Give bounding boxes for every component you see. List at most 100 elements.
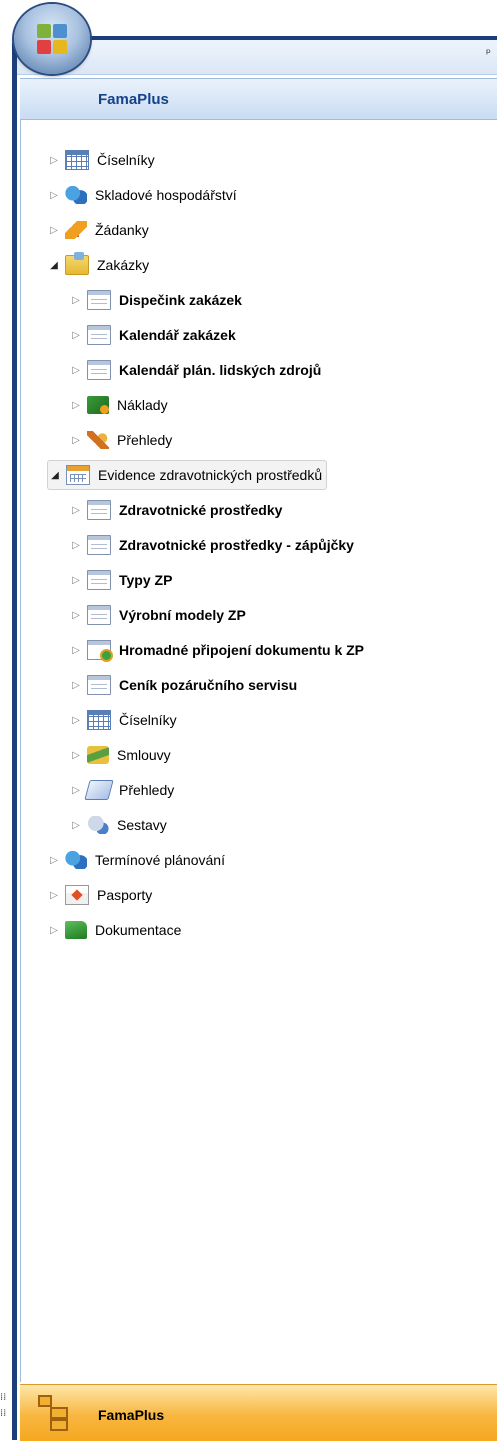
passport-icon xyxy=(65,885,89,905)
tree-node-dokumentace[interactable]: ▷ Dokumentace xyxy=(47,916,181,944)
tree-node-cenik[interactable]: ▷ Ceník pozáručního servisu xyxy=(69,671,297,699)
orb-logo-icon-part xyxy=(37,40,51,54)
navigation-tree: ▷ Číselníky ▷ Skladové hospodářství ▷ Žá… xyxy=(20,120,497,1382)
expand-arrow-icon[interactable]: ▷ xyxy=(69,575,83,586)
tree-node-label: Dispečink zakázek xyxy=(119,292,242,308)
report-sheet-icon xyxy=(84,780,114,800)
expand-arrow-icon[interactable]: ▷ xyxy=(69,680,83,691)
expand-arrow-icon[interactable]: ▷ xyxy=(69,505,83,516)
tree-node-typy[interactable]: ▷ Typy ZP xyxy=(69,566,172,594)
expand-arrow-icon[interactable]: ▷ xyxy=(69,435,83,446)
orb-logo-icon-part xyxy=(53,24,67,38)
tree-node-label: Kalendář zakázek xyxy=(119,327,236,343)
collapse-arrow-icon[interactable]: ◢ xyxy=(48,470,62,481)
tree-node-label: Číselníky xyxy=(97,152,155,168)
documentation-book-icon xyxy=(65,921,87,939)
tree-node-kalendar[interactable]: ▷ Kalendář zakázek xyxy=(69,321,236,349)
expand-arrow-icon[interactable]: ▷ xyxy=(47,925,61,936)
tree-node-label: Pasporty xyxy=(97,887,153,903)
expand-arrow-icon[interactable]: ▷ xyxy=(47,155,61,166)
tree-node-evidence[interactable]: ◢ Evidence zdravotnických prostředků xyxy=(47,460,328,490)
expand-arrow-icon[interactable]: ▷ xyxy=(47,855,61,866)
expand-arrow-icon[interactable]: ▷ xyxy=(69,610,83,621)
tree-node-label: Zdravotnické prostředky xyxy=(119,502,283,518)
tree-node-dispecink[interactable]: ▷ Dispečink zakázek xyxy=(69,286,242,314)
grid-table-icon xyxy=(87,710,111,730)
tree-node-label: Typy ZP xyxy=(119,572,173,588)
tree-node-zp-zapujcky[interactable]: ▷ Zdravotnické prostředky - zápůjčky xyxy=(69,531,354,559)
expand-arrow-icon[interactable]: ▷ xyxy=(69,295,83,306)
tree-node-label: Přehledy xyxy=(119,782,175,798)
expand-arrow-icon[interactable]: ▷ xyxy=(69,715,83,726)
tree-node-modely[interactable]: ▷ Výrobní modely ZP xyxy=(69,601,246,629)
collapse-arrow-icon[interactable]: ◢ xyxy=(47,260,61,271)
tree-node-label: Hromadné připojení dokumentu k ZP xyxy=(119,642,365,658)
resize-grip-icon[interactable]: ⁞⁞ xyxy=(0,1392,6,1403)
expand-arrow-icon[interactable]: ▷ xyxy=(69,750,83,761)
tree-node-label: Skladové hospodářství xyxy=(95,187,237,203)
overview-tools-icon xyxy=(87,431,109,449)
calendar-folder-icon xyxy=(66,465,90,485)
tree-node-kalendar-plan[interactable]: ▷ Kalendář plán. lidských zdrojů xyxy=(69,356,321,384)
pane-button-label: FamaPlus xyxy=(98,1407,165,1423)
planning-boxes-icon xyxy=(65,851,87,869)
expand-arrow-icon[interactable]: ▷ xyxy=(69,820,83,831)
tree-node-label: Termínové plánování xyxy=(95,852,225,868)
orb-logo-icon xyxy=(37,24,51,38)
expand-arrow-icon[interactable]: ▷ xyxy=(47,890,61,901)
tree-node-prehledy-2[interactable]: ▷ Přehledy xyxy=(69,776,174,804)
application-orb-button[interactable] xyxy=(14,4,90,74)
tree-node-smlouvy[interactable]: ▷ Smlouvy xyxy=(69,741,171,769)
tree-node-label: Zakázky xyxy=(97,257,150,273)
tree-node-ciselniky-2[interactable]: ▷ Číselníky xyxy=(69,706,177,734)
costs-book-icon xyxy=(87,396,109,414)
tree-node-ciselniky[interactable]: ▷ Číselníky xyxy=(47,146,155,174)
expand-arrow-icon[interactable]: ▷ xyxy=(69,400,83,411)
tree-node-label: Žádanky xyxy=(95,222,149,238)
reports-print-icon xyxy=(87,816,109,834)
module-tree-icon xyxy=(38,1395,68,1431)
expand-arrow-icon[interactable]: ▷ xyxy=(47,225,61,236)
tree-node-label: Zdravotnické prostředky - zápůjčky xyxy=(119,537,354,553)
request-icon xyxy=(65,221,87,239)
tree-node-sestavy[interactable]: ▷ Sestavy xyxy=(69,811,167,839)
form-window-icon xyxy=(87,360,111,380)
tree-node-zp[interactable]: ▷ Zdravotnické prostředky xyxy=(69,496,282,524)
tree-node-hromadne[interactable]: ▷ Hromadné připojení dokumentu k ZP xyxy=(69,636,364,664)
tree-node-zakazky[interactable]: ◢ Zakázky xyxy=(47,251,149,279)
expand-arrow-icon[interactable]: ▷ xyxy=(69,645,83,656)
form-window-icon xyxy=(87,290,111,310)
expand-arrow-icon[interactable]: ▷ xyxy=(69,365,83,376)
tree-node-label: Kalendář plán. lidských zdrojů xyxy=(119,362,322,378)
pane-title: FamaPlus xyxy=(98,91,169,108)
grid-table-icon xyxy=(65,150,89,170)
pin-icon[interactable]: ᵖ xyxy=(486,46,491,60)
tree-node-naklady[interactable]: ▷ Náklady xyxy=(69,391,168,419)
form-window-icon xyxy=(87,325,111,345)
tree-node-label: Dokumentace xyxy=(95,922,182,938)
form-window-icon xyxy=(87,500,111,520)
tree-node-pasporty[interactable]: ▷ Pasporty xyxy=(47,881,152,909)
orders-folder-icon xyxy=(65,252,89,275)
tree-node-label: Výrobní modely ZP xyxy=(119,607,246,623)
contracts-money-icon xyxy=(87,746,109,764)
expand-arrow-icon[interactable]: ▷ xyxy=(69,785,83,796)
tree-node-label: Číselníky xyxy=(119,712,177,728)
form-window-icon xyxy=(87,535,111,555)
tree-node-label: Sestavy xyxy=(117,817,167,833)
expand-arrow-icon[interactable]: ▷ xyxy=(47,190,61,201)
navigation-pane-button-famaplus[interactable]: FamaPlus xyxy=(20,1384,497,1441)
resize-grip-icon[interactable]: ⁞⁞ xyxy=(0,1408,6,1419)
tree-node-prehledy[interactable]: ▷ Přehledy xyxy=(69,426,172,454)
tree-node-zadanky[interactable]: ▷ Žádanky xyxy=(47,216,149,244)
warehouse-boxes-icon xyxy=(65,186,87,204)
tree-node-label: Evidence zdravotnických prostředků xyxy=(98,467,323,483)
expand-arrow-icon[interactable]: ▷ xyxy=(69,540,83,551)
tree-node-label: Ceník pozáručního servisu xyxy=(119,677,298,693)
tree-node-label: Náklady xyxy=(117,397,168,413)
tree-node-sklad[interactable]: ▷ Skladové hospodářství xyxy=(47,181,237,209)
expand-arrow-icon[interactable]: ▷ xyxy=(69,330,83,341)
tree-node-terminove[interactable]: ▷ Termínové plánování xyxy=(47,846,225,874)
tree-node-label: Přehledy xyxy=(117,432,173,448)
orb-logo-icon-part xyxy=(53,40,67,54)
